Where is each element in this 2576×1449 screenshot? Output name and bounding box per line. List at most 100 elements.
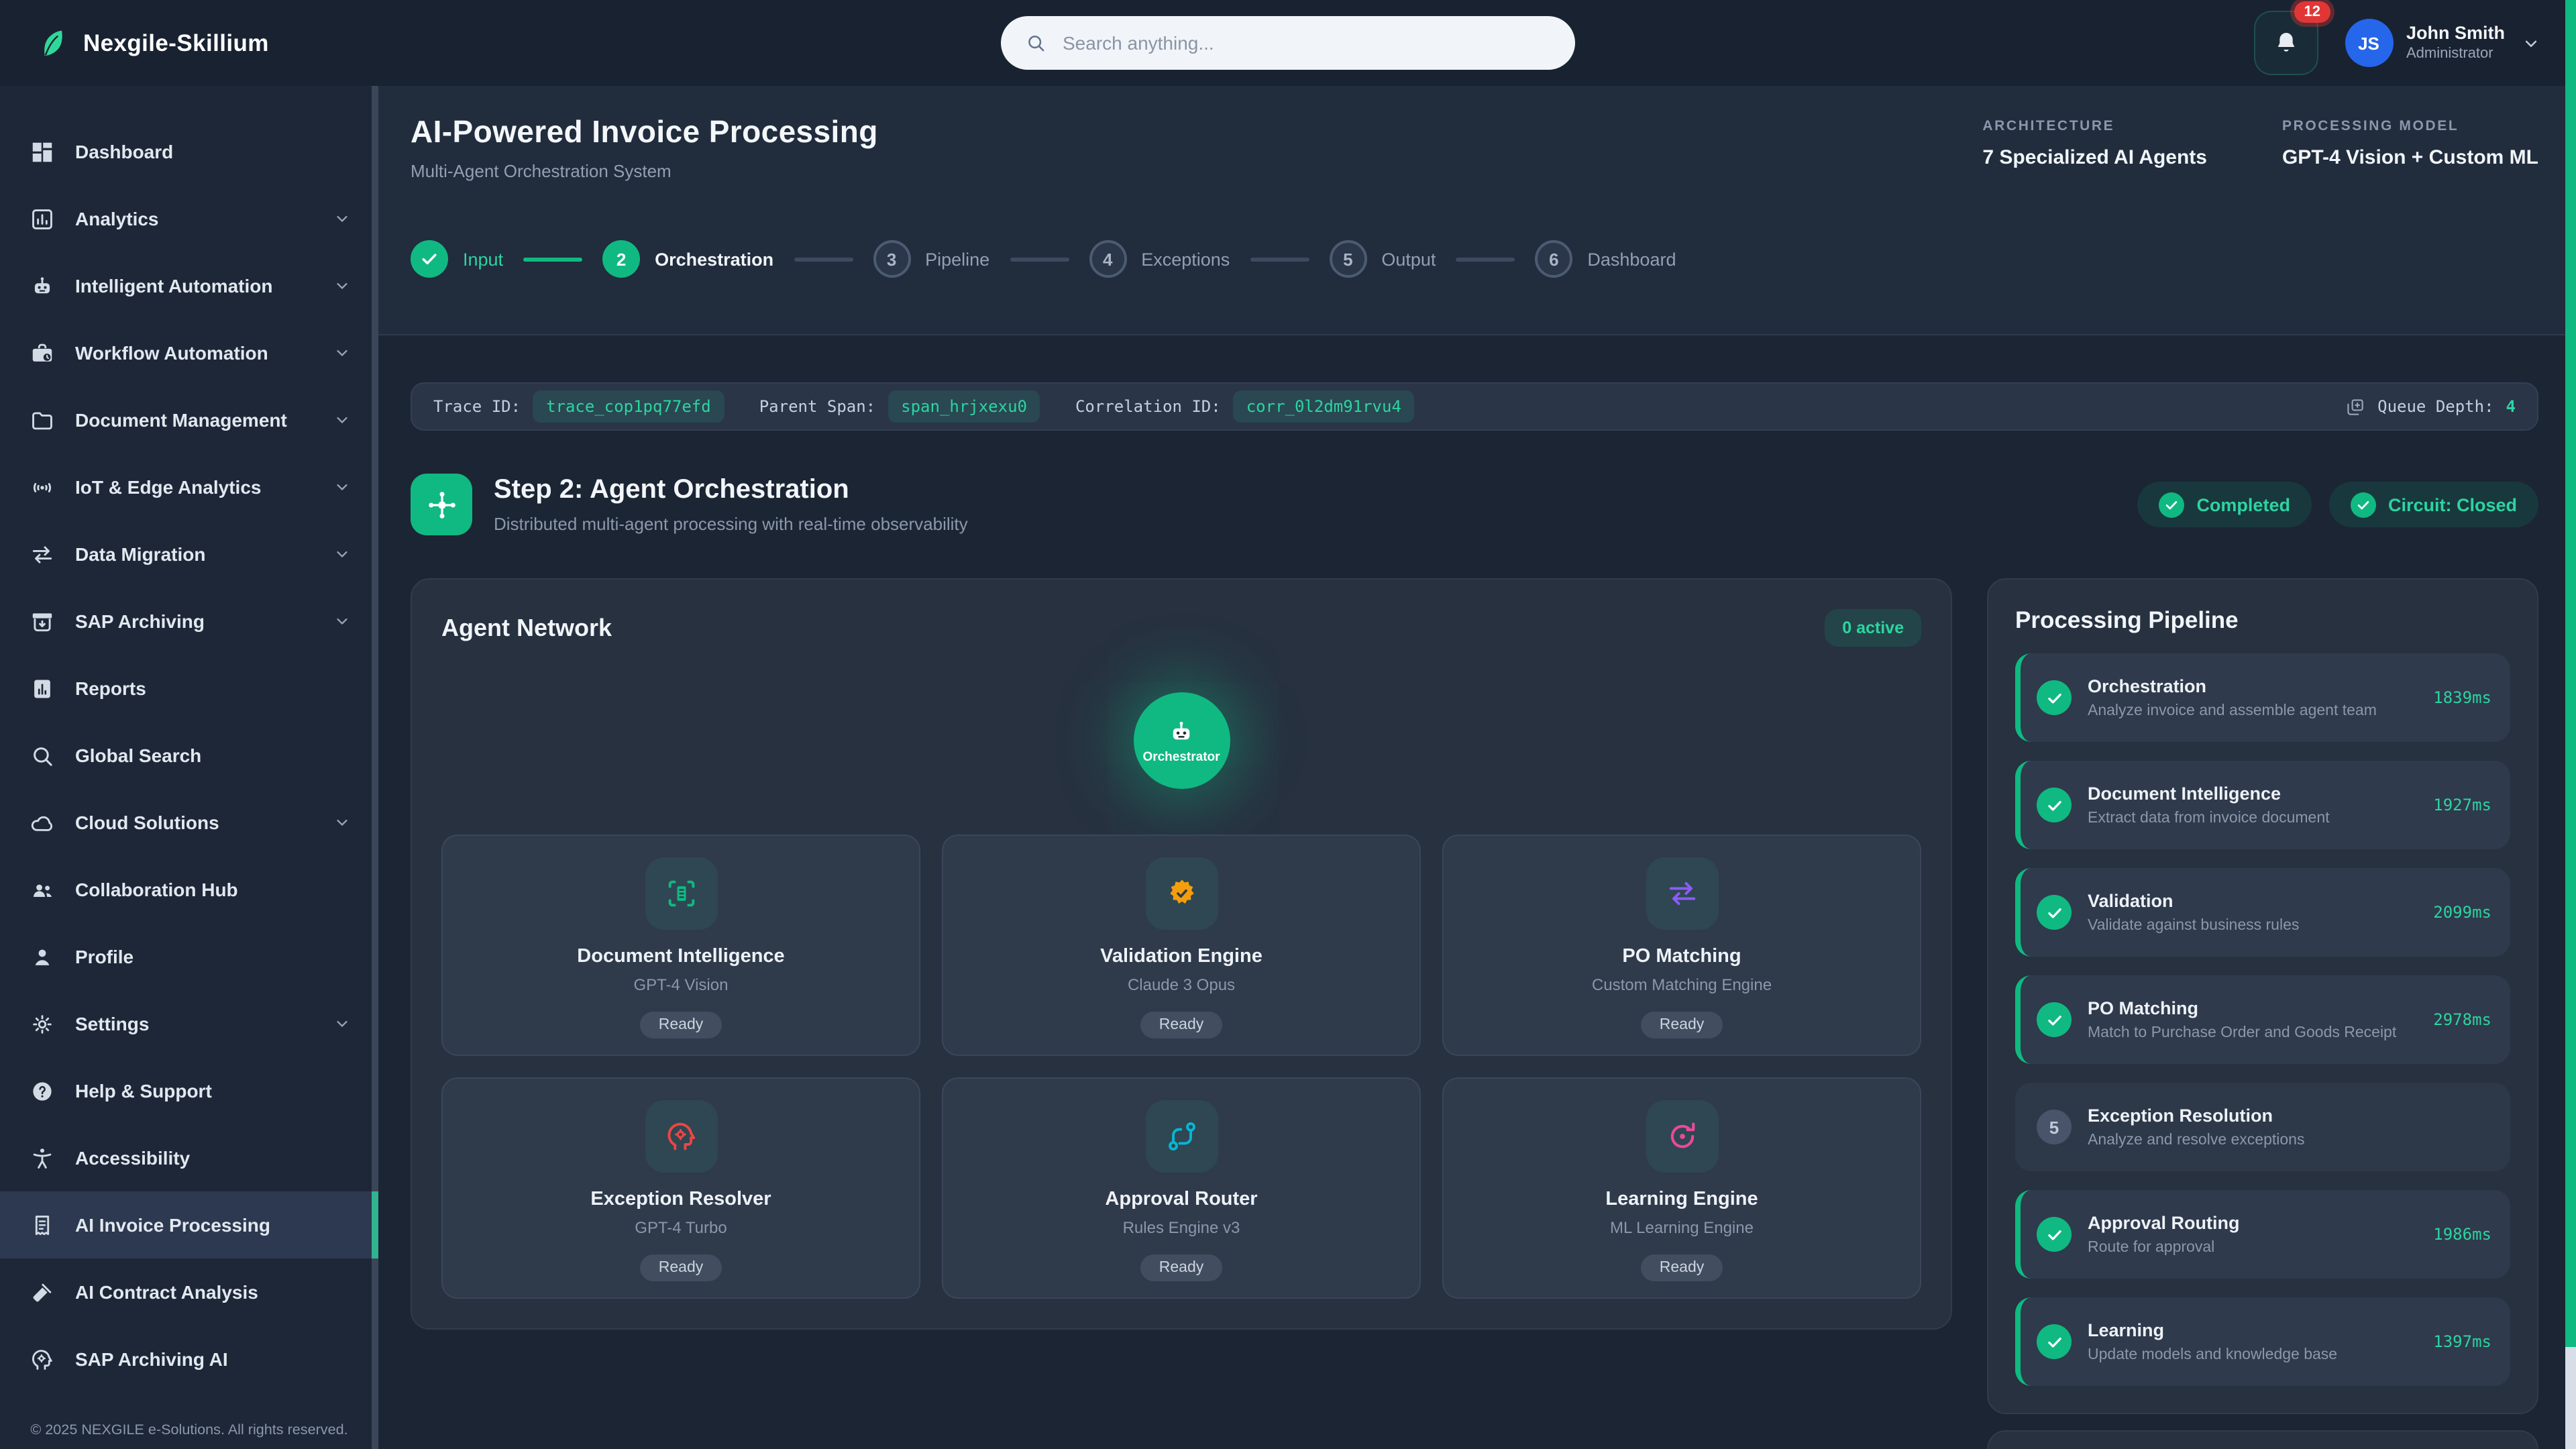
chevron-down-icon: [333, 612, 352, 631]
agent-name: Approval Router: [1105, 1189, 1257, 1210]
sidebar-item-help-support[interactable]: Help & Support: [0, 1057, 378, 1124]
user-menu[interactable]: JS John Smith Administrator: [2345, 19, 2541, 67]
sidebar-item-data-migration[interactable]: Data Migration: [0, 521, 378, 588]
sidebar-item-settings[interactable]: Settings: [0, 990, 378, 1057]
pipeline-item-title: Approval Routing: [2088, 1213, 2240, 1233]
check-icon: [2045, 796, 2063, 814]
orchestrator-node[interactable]: Orchestrator: [1133, 692, 1230, 789]
pipeline-item-time: 1927ms: [2422, 796, 2491, 814]
pipeline-item-approval-routing: Approval RoutingRoute for approval 1986m…: [2015, 1190, 2510, 1279]
trace-id-value: trace_cop1pq77efd: [533, 390, 724, 423]
agent-model: GPT-4 Vision: [634, 975, 729, 994]
pipeline-item-learning: LearningUpdate models and knowledge base…: [2015, 1297, 2510, 1386]
step-output[interactable]: 5 Output: [1329, 240, 1436, 278]
pipeline-item-time: 1986ms: [2422, 1225, 2491, 1244]
pipeline-item-desc: Analyze invoice and assemble agent team: [2088, 703, 2377, 719]
sidebar-item-accessibility[interactable]: Accessibility: [0, 1124, 378, 1191]
agent-status-badge: Ready: [1641, 1254, 1723, 1281]
pipeline-item-desc: Analyze and resolve exceptions: [2088, 1132, 2305, 1148]
sidebar-item-cloud-solutions[interactable]: Cloud Solutions: [0, 789, 378, 856]
sidebar-item-reports[interactable]: Reports: [0, 655, 378, 722]
sidebar-item-iot-edge-analytics[interactable]: IoT & Edge Analytics: [0, 453, 378, 521]
pipeline-item-desc: Match to Purchase Order and Goods Receip…: [2088, 1025, 2396, 1041]
check-icon: [2164, 497, 2179, 512]
sidebar-item-analytics[interactable]: Analytics: [0, 185, 378, 252]
sidebar-item-label: AI Contract Analysis: [75, 1281, 258, 1303]
pipeline-title: Processing Pipeline: [2015, 606, 2510, 635]
page-scrollbar-thumb[interactable]: [2565, 0, 2576, 1348]
content: Trace ID: trace_cop1pq77efd Parent Span:…: [378, 382, 2576, 1449]
brand[interactable]: Nexgile-Skillium: [35, 25, 269, 60]
agent-status-badge: Ready: [1641, 1012, 1723, 1038]
right-column: Processing Pipeline OrchestrationAnalyze…: [1987, 578, 2538, 1449]
sidebar-item-document-management[interactable]: Document Management: [0, 386, 378, 453]
agent-status-badge: Ready: [1140, 1012, 1223, 1038]
notifications-button[interactable]: 12: [2253, 11, 2318, 75]
step-heading-title: Step 2: Agent Orchestration: [494, 475, 968, 506]
agent-icon-tile: [1145, 857, 1218, 930]
chevron-down-icon: [333, 411, 352, 429]
pipeline-item-time: 2099ms: [2422, 903, 2491, 922]
brand-name: Nexgile-Skillium: [83, 29, 269, 57]
agent-icon-tile: [1646, 1100, 1718, 1173]
step-pipeline[interactable]: 3 Pipeline: [873, 240, 989, 278]
check-icon: [2356, 497, 2371, 512]
chevron-down-icon[interactable]: [2521, 33, 2541, 53]
sidebar-item-label: Accessibility: [75, 1147, 190, 1169]
sidebar-item-label: Settings: [75, 1013, 149, 1034]
swap-arrows-icon: [30, 541, 55, 567]
pipeline-item-desc: Validate against business rules: [2088, 918, 2299, 934]
brand-leaf-icon: [35, 25, 70, 60]
sidebar-item-profile[interactable]: Profile: [0, 923, 378, 990]
sidebar-item-label: AI Invoice Processing: [75, 1214, 270, 1236]
route-icon: [1164, 1119, 1199, 1154]
pipeline-item-title: Exception Resolution: [2088, 1106, 2305, 1126]
step-orchestration[interactable]: 2 Orchestration: [602, 240, 773, 278]
step-exceptions[interactable]: 4 Exceptions: [1089, 240, 1230, 278]
sidebar-item-workflow-automation[interactable]: Workflow Automation: [0, 319, 378, 386]
sidebar-item-intelligent-automation[interactable]: Intelligent Automation: [0, 252, 378, 319]
stat-value: 7 Specialized AI Agents: [1982, 146, 2207, 169]
chevron-down-icon: [333, 478, 352, 496]
pipeline-item-orchestration: OrchestrationAnalyze invoice and assembl…: [2015, 653, 2510, 742]
sidebar-item-label: SAP Archiving: [75, 610, 205, 632]
sidebar-item-sap-archiving-ai[interactable]: SAP Archiving AI: [0, 1326, 378, 1393]
search-icon: [1025, 32, 1046, 54]
status-badge-circuit: Circuit: Closed: [2329, 482, 2538, 527]
step-dashboard[interactable]: 6 Dashboard: [1535, 240, 1676, 278]
sidebar-item-sap-archiving[interactable]: SAP Archiving: [0, 588, 378, 655]
invoice-icon: [30, 1212, 55, 1238]
bell-icon: [2272, 30, 2299, 56]
check-circle-icon: [2037, 1324, 2072, 1359]
check-icon: [420, 250, 439, 268]
sidebar-item-label: Global Search: [75, 745, 201, 766]
global-search-bar[interactable]: [1001, 16, 1575, 70]
pipeline-item-title: Validation: [2088, 891, 2299, 911]
chevron-down-icon: [333, 276, 352, 295]
sidebar-item-global-search[interactable]: Global Search: [0, 722, 378, 789]
sidebar-scrollbar[interactable]: [372, 86, 378, 1449]
agent-status-badge: Ready: [640, 1254, 722, 1281]
sidebar-item-collaboration-hub[interactable]: Collaboration Hub: [0, 856, 378, 923]
agent-name: Learning Engine: [1605, 1189, 1758, 1210]
sidebar-item-dashboard[interactable]: Dashboard: [0, 118, 378, 185]
sidebar-item-ai-invoice-processing[interactable]: AI Invoice Processing: [0, 1191, 378, 1258]
page-scrollbar[interactable]: [2565, 0, 2576, 1449]
stepper: Input 2 Orchestration 3 Pipeline 4 Excep…: [411, 240, 2538, 278]
search-input[interactable]: [1060, 31, 1551, 55]
pipeline-item-exception-resolution: 5 Exception ResolutionAnalyze and resolv…: [2015, 1083, 2510, 1171]
gavel-icon: [30, 1279, 55, 1305]
agent-network-title: Agent Network: [441, 614, 612, 642]
agent-model: Custom Matching Engine: [1592, 975, 1772, 994]
queue-icon: [2345, 396, 2365, 417]
active-agents-badge: 0 active: [1825, 609, 1921, 647]
step-circle: 4: [1089, 240, 1126, 278]
orchestrator-area: Orchestrator: [441, 647, 1921, 835]
step-input[interactable]: Input: [411, 240, 503, 278]
pipeline-item-title: Document Intelligence: [2088, 784, 2330, 804]
sidebar-item-label: Profile: [75, 946, 133, 967]
pipeline-item-validation: Validation Validate against business rule…: [2015, 868, 2510, 957]
agent-network-panel: Agent Network 0 active Orchestrator Docu…: [411, 578, 1952, 1330]
sidebar-item-ai-contract-analysis[interactable]: AI Contract Analysis: [0, 1258, 378, 1326]
refresh-icon: [1664, 1119, 1699, 1154]
